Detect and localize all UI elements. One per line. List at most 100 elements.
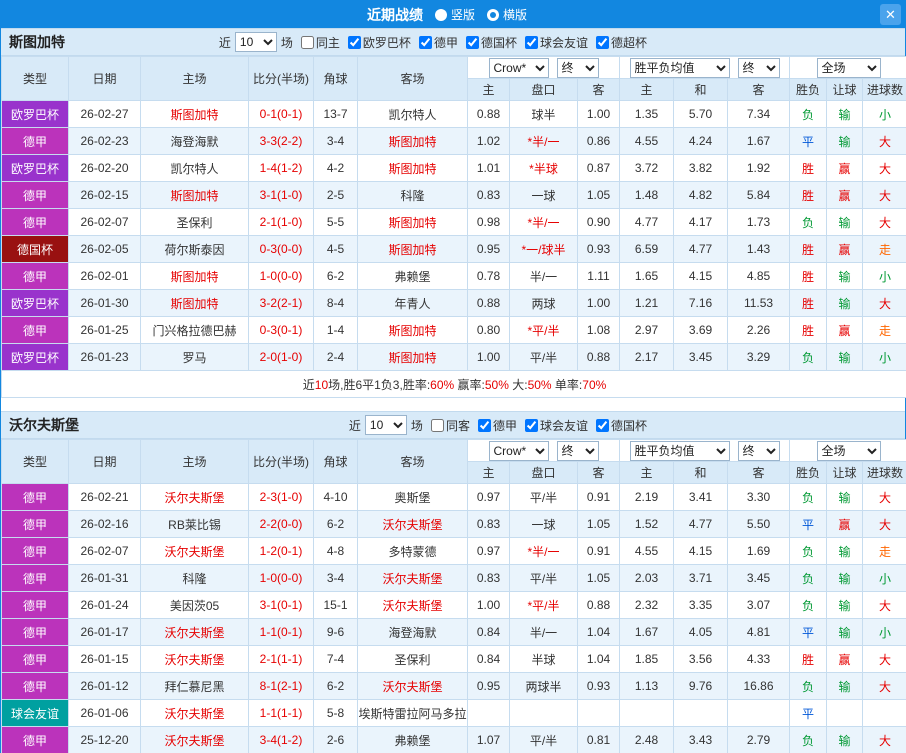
avg-odds-draw: 5.70 xyxy=(673,100,728,128)
home-team[interactable]: 斯图加特 xyxy=(140,289,249,317)
home-team[interactable]: 斯图加特 xyxy=(140,262,249,290)
handicap-odds-home: 0.95 xyxy=(467,235,510,263)
match-type-badge: 德甲 xyxy=(1,483,69,511)
filter-checkbox[interactable] xyxy=(595,418,609,432)
home-team[interactable]: 圣保利 xyxy=(140,208,249,236)
filter-checkbox[interactable] xyxy=(418,35,432,49)
match-score: 1-4(1-2) xyxy=(248,154,314,182)
filter-checkbox[interactable] xyxy=(595,35,609,49)
away-team[interactable]: 埃斯特雷拉阿马多拉 xyxy=(357,699,468,727)
handicap-line: 球半 xyxy=(509,100,578,128)
away-team[interactable]: 斯图加特 xyxy=(357,127,468,155)
match-date: 26-02-23 xyxy=(68,127,141,155)
filter-checkbox[interactable] xyxy=(465,35,479,49)
away-team[interactable]: 斯图加特 xyxy=(357,343,468,371)
final-odds-select[interactable]: 终 xyxy=(556,57,599,78)
filter-option-同客[interactable]: 同客 xyxy=(430,417,470,434)
matches-table: 类型 日期 主场 比分(半场) 角球 客场 Crow*终 胜平负均值终 全场 xyxy=(0,56,906,398)
match-type-badge: 德甲 xyxy=(1,181,69,209)
result-goals: 大 xyxy=(862,154,906,182)
filter-checkbox[interactable] xyxy=(524,35,538,49)
avg-odds-draw: 3.35 xyxy=(673,591,728,619)
result-wdl: 胜 xyxy=(789,154,828,182)
filter-option-德甲[interactable]: 德甲 xyxy=(418,34,458,51)
match-row: 德甲 26-01-31 科隆 1-0(0-0) 3-4 沃尔夫斯堡 0.83 平/半 1.05 2… xyxy=(1,564,906,592)
home-team[interactable]: 门兴格拉德巴赫 xyxy=(140,316,249,344)
avg-odds-draw: 4.77 xyxy=(673,510,728,538)
home-team[interactable]: 斯图加特 xyxy=(140,100,249,128)
away-team[interactable]: 凯尔特人 xyxy=(357,100,468,128)
filter-checkbox[interactable] xyxy=(524,418,538,432)
avg-odds-away: 1.92 xyxy=(726,154,791,182)
away-team[interactable]: 斯图加特 xyxy=(357,154,468,182)
home-team[interactable]: 沃尔夫斯堡 xyxy=(140,645,249,673)
layout-option-vertical[interactable]: 竖版 xyxy=(434,6,475,23)
final-odds-select[interactable]: 终 xyxy=(556,440,599,461)
avg-odds-select[interactable]: 胜平负均值 xyxy=(629,440,730,461)
scope-select[interactable]: 全场 xyxy=(816,57,881,78)
col-header-score: 比分(半场) xyxy=(248,56,314,101)
match-type-badge: 德甲 xyxy=(1,316,69,344)
away-team[interactable]: 沃尔夫斯堡 xyxy=(357,510,468,538)
home-team[interactable]: 沃尔夫斯堡 xyxy=(140,483,249,511)
away-team[interactable]: 圣保利 xyxy=(357,645,468,673)
result-wdl: 负 xyxy=(789,564,828,592)
away-team[interactable]: 弗赖堡 xyxy=(357,726,468,753)
home-team[interactable]: 美因茨05 xyxy=(140,591,249,619)
filter-option-欧罗巴杯[interactable]: 欧罗巴杯 xyxy=(347,34,411,51)
bookmaker-select[interactable]: Crow* xyxy=(488,440,549,461)
match-date: 26-01-30 xyxy=(68,289,141,317)
filter-option-德国杯[interactable]: 德国杯 xyxy=(465,34,517,51)
away-team[interactable]: 多特蒙德 xyxy=(357,537,468,565)
home-team[interactable]: 荷尔斯泰因 xyxy=(140,235,249,263)
away-team[interactable]: 弗赖堡 xyxy=(357,262,468,290)
final-avg-select[interactable]: 终 xyxy=(737,440,780,461)
home-team[interactable]: RB莱比锡 xyxy=(140,510,249,538)
filter-option-德超杯[interactable]: 德超杯 xyxy=(595,34,647,51)
home-team[interactable]: 沃尔夫斯堡 xyxy=(140,726,249,753)
home-team[interactable]: 沃尔夫斯堡 xyxy=(140,699,249,727)
away-team[interactable]: 科隆 xyxy=(357,181,468,209)
filter-option-球会友谊[interactable]: 球会友谊 xyxy=(524,34,588,51)
away-team[interactable]: 奥斯堡 xyxy=(357,483,468,511)
home-team[interactable]: 科隆 xyxy=(140,564,249,592)
recent-count-select[interactable]: 10 xyxy=(234,32,277,52)
final-avg-select[interactable]: 终 xyxy=(737,57,780,78)
filter-option-球会友谊[interactable]: 球会友谊 xyxy=(524,417,588,434)
avg-odds-select[interactable]: 胜平负均值 xyxy=(629,57,730,78)
away-team[interactable]: 沃尔夫斯堡 xyxy=(357,564,468,592)
filter-option-德甲[interactable]: 德甲 xyxy=(477,417,517,434)
filter-option-同主[interactable]: 同主 xyxy=(300,34,340,51)
bookmaker-select[interactable]: Crow* xyxy=(488,57,549,78)
layout-option-horizontal[interactable]: 横版 xyxy=(487,6,527,23)
avg-odds-draw: 3.56 xyxy=(673,645,728,673)
home-team[interactable]: 罗马 xyxy=(140,343,249,371)
away-team[interactable]: 斯图加特 xyxy=(357,235,468,263)
home-team[interactable]: 海登海默 xyxy=(140,127,249,155)
scope-select[interactable]: 全场 xyxy=(816,440,881,461)
filter-checkbox[interactable] xyxy=(300,35,314,49)
col-header-handicap: 盘口 xyxy=(509,461,578,484)
home-team[interactable]: 凯尔特人 xyxy=(140,154,249,182)
home-team[interactable]: 沃尔夫斯堡 xyxy=(140,537,249,565)
avg-odds-home: 1.52 xyxy=(619,510,674,538)
result-goals: 大 xyxy=(862,672,906,700)
away-team[interactable]: 沃尔夫斯堡 xyxy=(357,672,468,700)
result-wdl: 负 xyxy=(789,483,828,511)
away-team[interactable]: 沃尔夫斯堡 xyxy=(357,591,468,619)
recent-count-select[interactable]: 10 xyxy=(364,415,407,435)
away-team[interactable]: 海登海默 xyxy=(357,618,468,646)
team-section-stuttgart: 斯图加特 近 10 场同主 欧罗巴杯 德甲 德国杯 球会友谊 德超杯 类型 日期 主场 比分(… xyxy=(0,28,906,398)
handicap-line: *半/一 xyxy=(509,208,578,236)
away-team[interactable]: 斯图加特 xyxy=(357,316,468,344)
home-team[interactable]: 沃尔夫斯堡 xyxy=(140,618,249,646)
home-team[interactable]: 斯图加特 xyxy=(140,181,249,209)
away-team[interactable]: 斯图加特 xyxy=(357,208,468,236)
close-button[interactable]: ✕ xyxy=(880,4,901,25)
home-team[interactable]: 拜仁慕尼黑 xyxy=(140,672,249,700)
filter-checkbox[interactable] xyxy=(430,418,444,432)
filter-checkbox[interactable] xyxy=(477,418,491,432)
filter-option-德国杯[interactable]: 德国杯 xyxy=(595,417,647,434)
away-team[interactable]: 年青人 xyxy=(357,289,468,317)
filter-checkbox[interactable] xyxy=(347,35,361,49)
